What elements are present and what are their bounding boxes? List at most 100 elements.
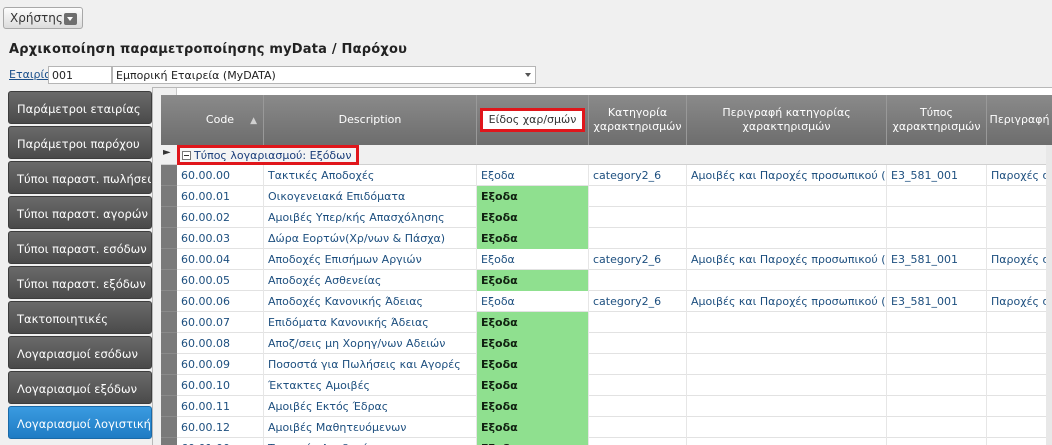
row-selector[interactable] <box>161 375 177 396</box>
table-cell[interactable]: 60.00.04 <box>177 249 264 270</box>
table-cell[interactable]: E3_581_001 <box>887 249 987 270</box>
company-link[interactable]: Εταιρία <box>9 68 52 81</box>
table-cell[interactable] <box>887 312 987 333</box>
table-cell[interactable]: Αμοιβές Μαθητευόμενων <box>264 417 477 438</box>
table-cell[interactable]: Αμοιβές και Παροχές προσωπικού (-) ... <box>687 249 887 270</box>
table-row[interactable]: 60.00.08 Αποζ/σεις μη Χορηγ/νων Αδειών Εξο… <box>161 333 1052 354</box>
table-row[interactable]: 60.00.07 Επιδόματα Κανονικής Άδειας Εξοδα <box>161 312 1052 333</box>
row-selector[interactable] <box>161 207 177 228</box>
table-cell[interactable]: Παροχές σε <box>987 291 1052 312</box>
table-cell[interactable]: Ποσοστά για Πωλήσεις και Αγορές <box>264 354 477 375</box>
table-row[interactable]: 60.00.10 Έκτακτες Αμοιβές Εξοδα <box>161 375 1052 396</box>
table-cell[interactable]: Αμοιβές Εκτός Έδρας <box>264 396 477 417</box>
table-cell[interactable]: Αμοιβές και Παροχές προσωπικού (-) ... <box>687 291 887 312</box>
table-cell[interactable]: Εξοδα <box>477 417 589 438</box>
sidebar-item[interactable]: Τύποι παραστ. εσόδων <box>8 231 152 264</box>
table-cell[interactable] <box>987 375 1052 396</box>
table-cell[interactable]: E3_581_001 <box>887 165 987 186</box>
sidebar-item[interactable]: Τύποι παραστ. αγορών <box>8 196 152 229</box>
table-row[interactable]: 60.00.04 Αποδοχές Επισήμων Αργιών Εξοδα cat… <box>161 249 1052 270</box>
sidebar-item[interactable]: Τακτοποιητικές <box>8 301 152 334</box>
table-cell[interactable] <box>687 312 887 333</box>
table-cell[interactable]: Παροχές σε <box>987 249 1052 270</box>
table-cell[interactable] <box>887 228 987 249</box>
table-cell[interactable]: Εξοδα <box>477 207 589 228</box>
table-cell[interactable]: 60.00.08 <box>177 333 264 354</box>
table-cell[interactable] <box>589 438 687 445</box>
table-row[interactable]: 60.00.12 Αμοιβές Μαθητευόμενων Εξοδα <box>161 417 1052 438</box>
table-cell[interactable] <box>887 417 987 438</box>
table-cell[interactable] <box>987 417 1052 438</box>
table-cell[interactable]: Εξοδα <box>477 186 589 207</box>
table-cell[interactable]: category2_6 <box>589 249 687 270</box>
table-cell[interactable] <box>589 396 687 417</box>
sidebar-item[interactable]: Παράμετροι εταιρίας <box>8 91 152 124</box>
table-cell[interactable] <box>987 312 1052 333</box>
sidebar-item[interactable]: Λογαριασμοί εσόδων <box>8 336 152 369</box>
table-cell[interactable]: Εξοδα <box>477 354 589 375</box>
table-cell[interactable]: Αποδοχές Κανονικής Άδειας <box>264 291 477 312</box>
table-cell[interactable] <box>687 207 887 228</box>
table-cell[interactable]: Αποδοχές Ασθενείας <box>264 270 477 291</box>
table-cell[interactable] <box>687 354 887 375</box>
table-cell[interactable]: Εξοδα <box>477 312 589 333</box>
column-header[interactable]: Κατηγορία χαρακτηρισμών <box>589 95 687 145</box>
table-cell[interactable] <box>987 438 1052 445</box>
column-header[interactable]: Code ▲ <box>177 95 264 145</box>
table-cell[interactable] <box>887 333 987 354</box>
table-cell[interactable]: Εξοδα <box>477 165 589 186</box>
table-cell[interactable] <box>687 186 887 207</box>
table-cell[interactable] <box>589 354 687 375</box>
table-cell[interactable] <box>589 207 687 228</box>
table-cell[interactable]: 60.00.06 <box>177 291 264 312</box>
table-cell[interactable]: Δώρα Εορτών(Χρ/νων & Πάσχα) <box>264 228 477 249</box>
group-header[interactable]: Τύπος λογαριασμού: Εξόδων <box>177 145 359 165</box>
table-cell[interactable]: 60.00.00 <box>177 165 264 186</box>
table-cell[interactable] <box>589 270 687 291</box>
table-cell[interactable] <box>887 375 987 396</box>
sidebar-item[interactable]: Λογαριασμοί λογιστικής <box>8 406 152 439</box>
table-row[interactable]: 60.00.06 Αποδοχές Κανονικής Άδειας Εξοδα ca… <box>161 291 1052 312</box>
table-cell[interactable]: category2_6 <box>589 291 687 312</box>
table-cell[interactable] <box>887 354 987 375</box>
row-selector[interactable] <box>161 354 177 375</box>
row-selector[interactable] <box>161 291 177 312</box>
table-cell[interactable]: 60.00.07 <box>177 312 264 333</box>
table-cell[interactable] <box>987 396 1052 417</box>
table-row[interactable]: 60.00.09 Ποσοστά για Πωλήσεις και Αγορές Ε… <box>161 354 1052 375</box>
table-cell[interactable] <box>887 270 987 291</box>
table-cell[interactable] <box>589 417 687 438</box>
table-cell[interactable] <box>987 228 1052 249</box>
row-selector[interactable] <box>161 417 177 438</box>
row-selector[interactable] <box>161 228 177 249</box>
table-cell[interactable] <box>687 396 887 417</box>
collapse-icon[interactable] <box>182 150 191 160</box>
table-cell[interactable]: Τακτικές Αποδοχές <box>264 438 477 445</box>
table-cell[interactable] <box>987 207 1052 228</box>
table-cell[interactable]: Οικογενειακά Επιδόματα <box>264 186 477 207</box>
table-cell[interactable]: Εξοδα <box>477 249 589 270</box>
table-row[interactable]: 60.01.00Τακτικές ΑποδοχέςΕξοδα <box>161 438 1052 445</box>
table-cell[interactable]: category2_6 <box>589 165 687 186</box>
column-header[interactable]: Περιγραφή κατηγορίας χαρακτηρισμών <box>687 95 887 145</box>
row-selector[interactable] <box>161 312 177 333</box>
table-cell[interactable] <box>987 333 1052 354</box>
table-cell[interactable] <box>987 354 1052 375</box>
table-cell[interactable]: 60.00.10 <box>177 375 264 396</box>
table-row[interactable]: 60.00.00 Τακτικές Αποδοχές Εξοδα category2_… <box>161 165 1052 186</box>
table-row[interactable]: 60.00.05 Αποδοχές Ασθενείας Εξοδα <box>161 270 1052 291</box>
table-cell[interactable]: Τακτικές Αποδοχές <box>264 165 477 186</box>
table-cell[interactable] <box>589 228 687 249</box>
table-cell[interactable] <box>887 186 987 207</box>
table-cell[interactable]: Εξοδα <box>477 333 589 354</box>
table-cell[interactable]: 60.00.05 <box>177 270 264 291</box>
company-name-dropdown[interactable]: Εμπορική Εταιρεία (MyDATA) <box>112 66 536 84</box>
table-cell[interactable] <box>887 438 987 445</box>
table-cell[interactable] <box>589 333 687 354</box>
table-cell[interactable]: Παροχές σε <box>987 165 1052 186</box>
table-cell[interactable]: Αμοιβές Υπερ/κής Απασχόλησης <box>264 207 477 228</box>
table-cell[interactable]: Αμοιβές και Παροχές προσωπικού (-) ... <box>687 165 887 186</box>
table-cell[interactable]: Εξοδα <box>477 438 589 445</box>
table-cell[interactable]: Αποδοχές Επισήμων Αργιών <box>264 249 477 270</box>
group-row[interactable]: ► Τύπος λογαριασμού: Εξόδων <box>161 145 1052 165</box>
